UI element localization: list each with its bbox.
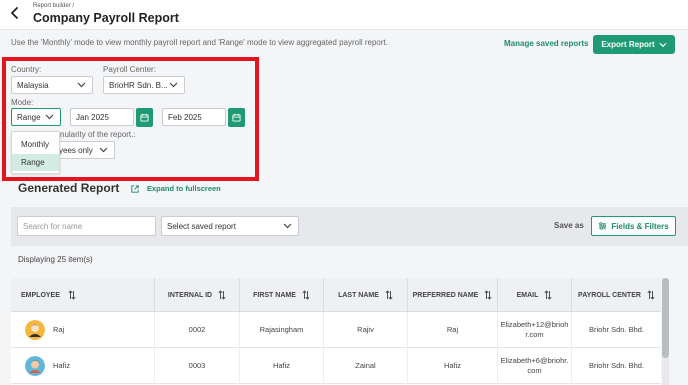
employee-cell: Raj — [11, 312, 155, 348]
email-line-1: Elizabeth+6@briohr. — [500, 356, 569, 365]
sort-icon — [218, 290, 226, 300]
export-report-label: Export Report — [601, 40, 655, 49]
chevron-down-icon — [659, 42, 667, 47]
table-header: EMPLOYEE INTERNAL ID FIRST NAME LAST NAM… — [11, 278, 661, 312]
col-internal-id-label: INTERNAL ID — [167, 291, 213, 299]
sort-icon — [385, 290, 393, 300]
email-line-2: com — [527, 366, 542, 375]
preferred-name-cell: Hafiz — [408, 348, 498, 384]
avatar — [25, 356, 45, 376]
report-table: EMPLOYEE INTERNAL ID FIRST NAME LAST NAM… — [11, 278, 661, 385]
employee-cell: Hafiz — [11, 348, 155, 384]
last-name-cell: Zainal — [324, 348, 408, 384]
page-title: Company Payroll Report — [33, 11, 179, 25]
fields-filters-label: Fields & Filters — [611, 221, 669, 231]
col-preferred-name[interactable]: PREFERRED NAME — [408, 278, 498, 312]
avatar — [25, 320, 45, 340]
email-cell: Elizabeth+6@briohr. com — [498, 348, 572, 384]
internal-id-cell: 0002 — [155, 312, 240, 348]
sort-icon — [302, 290, 310, 300]
export-report-button[interactable]: Export Report — [593, 35, 675, 54]
item-count: Displaying 25 item(s) — [18, 255, 93, 264]
highlight-annotation-box — [2, 57, 259, 181]
manage-saved-reports-link[interactable]: Manage saved reports — [504, 39, 588, 48]
col-employee[interactable]: EMPLOYEE — [11, 278, 155, 312]
top-header: Report builder / Company Payroll Report — [0, 0, 688, 30]
generated-report-title: Generated Report — [18, 181, 120, 195]
col-employee-label: EMPLOYEE — [21, 291, 60, 299]
col-email-label: EMAIL — [516, 291, 539, 299]
col-internal-id[interactable]: INTERNAL ID — [155, 278, 240, 312]
col-last-name-label: LAST NAME — [338, 291, 379, 299]
employee-name: Raj — [53, 325, 65, 334]
table-row[interactable]: Raj 0002 Rajasingham Rajiv Raj Elizabeth… — [11, 312, 661, 348]
table-row[interactable]: Hafiz 0003 Hafiz Zainal Hafiz Elizabeth+… — [11, 348, 661, 384]
employee-name: Hafiz — [53, 361, 71, 370]
external-link-icon — [131, 184, 139, 193]
payroll-center-cell: Briohr Sdn. Bhd. — [588, 361, 645, 370]
expand-fullscreen-label: Expand to fullscreen — [147, 184, 221, 193]
mode-hint: Use the 'Monthly' mode to view monthly p… — [11, 38, 388, 47]
col-payroll-center[interactable]: PAYROLL CENTER — [572, 278, 661, 312]
email-cell: Elizabeth+12@brioh r.com — [498, 312, 572, 348]
expand-fullscreen-link[interactable]: Expand to fullscreen — [131, 184, 221, 193]
col-first-name-label: FIRST NAME — [253, 291, 296, 299]
save-as-button[interactable]: Save as — [554, 221, 584, 230]
saved-report-select[interactable]: Select saved report — [161, 216, 299, 236]
search-name-input[interactable]: Search for name — [17, 216, 156, 236]
first-name-cell: Rajasingham — [240, 312, 324, 348]
col-email[interactable]: EMAIL — [498, 278, 572, 312]
first-name-cell: Hafiz — [240, 348, 324, 384]
last-name-cell: Rajiv — [324, 312, 408, 348]
sort-icon — [544, 290, 552, 300]
sort-icon — [484, 290, 492, 300]
back-arrow-icon[interactable] — [9, 6, 21, 20]
col-last-name[interactable]: LAST NAME — [324, 278, 408, 312]
preferred-name-cell: Raj — [408, 312, 498, 348]
saved-report-value: Select saved report — [167, 221, 236, 231]
sort-icon — [68, 290, 76, 300]
email-line-1: Elizabeth+12@brioh — [500, 320, 569, 329]
col-payroll-center-label: PAYROLL CENTER — [578, 291, 641, 299]
email-line-2: r.com — [525, 330, 544, 339]
sort-icon — [647, 290, 655, 300]
chevron-down-icon — [283, 223, 292, 229]
sliders-icon — [599, 222, 607, 230]
payroll-center-cell: Briohr Sdn. Bhd. — [588, 325, 645, 334]
col-preferred-name-label: PREFERRED NAME — [412, 291, 479, 299]
scrollbar-thumb[interactable] — [662, 278, 669, 358]
breadcrumb[interactable]: Report builder / — [33, 3, 74, 9]
col-first-name[interactable]: FIRST NAME — [240, 278, 324, 312]
table-scrollbar[interactable] — [662, 278, 669, 385]
internal-id-cell: 0003 — [155, 348, 240, 384]
fields-filters-button[interactable]: Fields & Filters — [591, 216, 676, 236]
